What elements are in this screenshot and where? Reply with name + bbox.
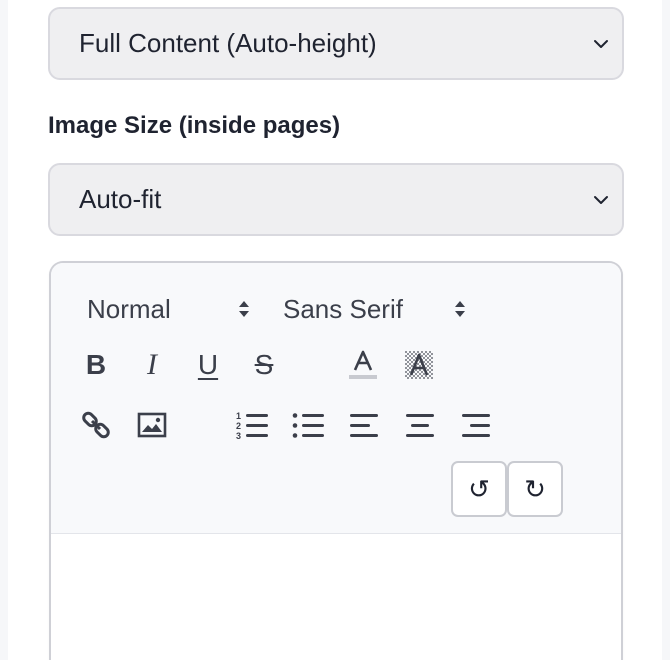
svg-text:1: 1 bbox=[236, 411, 241, 421]
background-color-button[interactable] bbox=[401, 347, 437, 383]
italic-button[interactable]: I bbox=[134, 347, 170, 383]
undo-icon: ↺ bbox=[468, 473, 490, 504]
rich-text-editor: Normal Sans Serif B I U S 1 2 3 ↺ ↻ bbox=[49, 261, 623, 660]
text-color-button[interactable] bbox=[345, 347, 381, 383]
underline-button[interactable]: U bbox=[190, 347, 226, 383]
align-right-icon bbox=[462, 414, 490, 437]
align-right-button[interactable] bbox=[458, 407, 494, 443]
redo-button[interactable]: ↻ bbox=[507, 461, 563, 517]
align-center-icon bbox=[406, 414, 434, 437]
layout-select-value: Full Content (Auto-height) bbox=[79, 28, 377, 58]
align-left-icon bbox=[350, 414, 378, 437]
image-size-select-value: Auto-fit bbox=[79, 184, 162, 214]
chevron-down-icon bbox=[594, 39, 608, 48]
font-picker[interactable]: Sans Serif bbox=[283, 291, 479, 327]
svg-text:2: 2 bbox=[236, 421, 241, 431]
link-icon bbox=[82, 411, 110, 439]
align-center-button[interactable] bbox=[402, 407, 438, 443]
background-color-icon bbox=[405, 351, 433, 379]
ordered-list-icon: 1 2 3 bbox=[236, 411, 268, 440]
strikethrough-button[interactable]: S bbox=[246, 347, 282, 383]
bullet-list-button[interactable] bbox=[290, 407, 326, 443]
updown-arrows-icon bbox=[239, 301, 249, 317]
undo-button[interactable]: ↺ bbox=[451, 461, 507, 517]
align-left-button[interactable] bbox=[346, 407, 382, 443]
text-color-icon bbox=[349, 350, 377, 379]
chevron-down-icon bbox=[594, 195, 608, 204]
link-button[interactable] bbox=[78, 407, 114, 443]
image-icon bbox=[137, 412, 167, 438]
bold-button[interactable]: B bbox=[78, 347, 114, 383]
editor-toolbar: Normal Sans Serif B I U S 1 2 3 ↺ ↻ bbox=[51, 263, 621, 534]
header-picker[interactable]: Normal bbox=[87, 291, 257, 327]
editor-content-area[interactable] bbox=[51, 535, 621, 660]
image-button[interactable] bbox=[134, 407, 170, 443]
updown-arrows-icon bbox=[455, 301, 465, 317]
svg-text:3: 3 bbox=[236, 431, 241, 440]
ordered-list-button[interactable]: 1 2 3 bbox=[234, 407, 270, 443]
font-picker-label: Sans Serif bbox=[283, 293, 403, 324]
header-picker-label: Normal bbox=[87, 293, 171, 324]
image-size-select[interactable]: Auto-fit bbox=[48, 163, 624, 236]
layout-select[interactable]: Full Content (Auto-height) bbox=[48, 7, 624, 80]
redo-icon: ↻ bbox=[524, 473, 546, 504]
bullet-list-icon bbox=[292, 413, 324, 438]
image-size-label: Image Size (inside pages) bbox=[48, 112, 341, 139]
